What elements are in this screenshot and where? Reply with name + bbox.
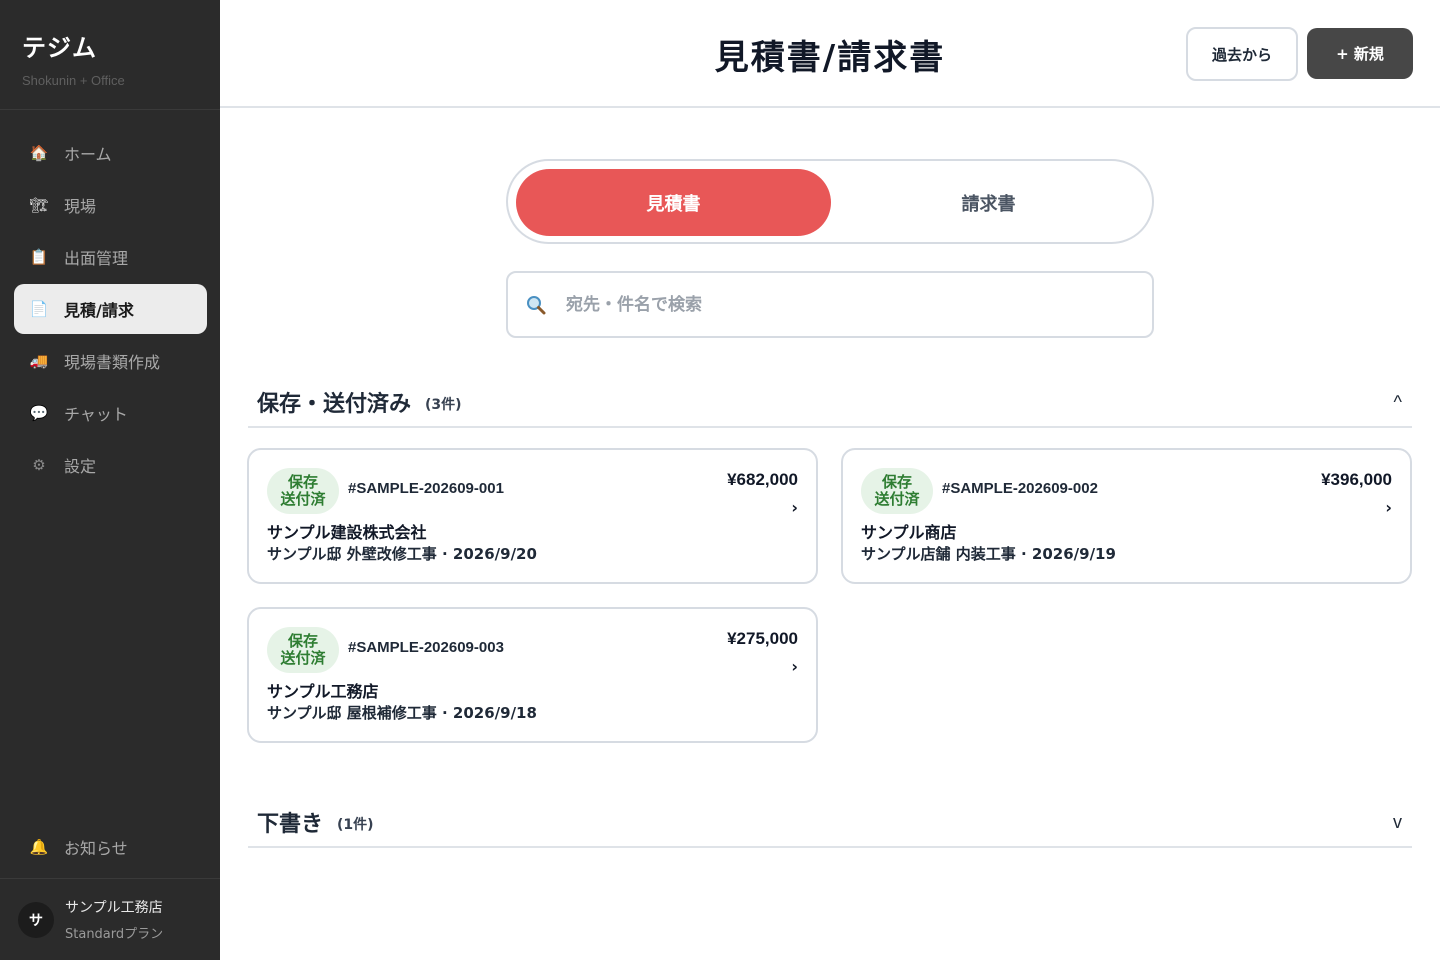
- document-amount: ¥682,000: [727, 470, 798, 489]
- client-name: サンプル商店: [861, 523, 957, 542]
- saved-section-header[interactable]: 保存・送付済み (3件) ^: [248, 378, 1412, 428]
- section-title: 下書き: [257, 812, 324, 837]
- building-icon: 🏗: [29, 196, 49, 214]
- sidebar-item-label: お知らせ: [64, 839, 128, 858]
- section-title: 保存・送付済み: [257, 392, 412, 417]
- document-number: #SAMPLE-202609-002: [942, 480, 1098, 497]
- house-icon: 🏠: [29, 144, 49, 162]
- user-info: サンプル工務店 Standardプラン: [65, 897, 163, 942]
- document-subject: サンプル邸 外壁改修工事 · 2026/9/20: [267, 545, 537, 563]
- section-count: (1件): [337, 817, 374, 833]
- user-plan: Standardプラン: [65, 927, 164, 942]
- chevron-right-icon: ›: [791, 498, 798, 517]
- sidebar-item-sites[interactable]: 🏗 現場: [14, 180, 207, 230]
- client-name: サンプル工務店: [267, 682, 379, 701]
- sidebar-item-label: ホーム: [64, 145, 112, 164]
- status-badge: 保存 送付済: [861, 468, 933, 514]
- gear-icon: ⚙: [32, 456, 46, 474]
- sidebar-item-label: 現場書類作成: [64, 353, 161, 372]
- document-subject: サンプル邸 屋根補修工事 · 2026/9/18: [267, 704, 537, 722]
- client-name: サンプル建設株式会社: [267, 523, 427, 542]
- user-profile[interactable]: サ サンプル工務店 Standardプラン: [0, 878, 220, 960]
- sidebar-item-settings[interactable]: ⚙ 設定: [14, 440, 207, 490]
- sidebar-nav: 🏠 ホーム 🏗 現場 📋 出面管理 📄 見積/請求 🚚 現場書類作成 💬 チャッ…: [0, 110, 220, 490]
- status-saved: 保存: [287, 632, 318, 650]
- tab-invoice[interactable]: 請求書: [831, 169, 1146, 236]
- sidebar-item-label: チャット: [64, 405, 128, 424]
- chevron-right-icon: ›: [1385, 498, 1392, 517]
- document-card[interactable]: 保存 送付済 #SAMPLE-202609-001 ¥682,000 › サンプ…: [247, 448, 818, 584]
- sidebar-item-label: 見積/請求: [64, 301, 134, 320]
- clipboard-icon: 📋: [29, 248, 49, 266]
- document-card[interactable]: 保存 送付済 #SAMPLE-202609-002 ¥396,000 › サンプ…: [841, 448, 1412, 584]
- sidebar-item-home[interactable]: 🏠 ホーム: [14, 128, 207, 178]
- document-amount: ¥275,000: [727, 629, 798, 648]
- copy-from-past-button[interactable]: 過去から: [1186, 27, 1298, 81]
- status-sent: 送付済: [874, 490, 920, 508]
- truck-icon: 🚚: [29, 352, 49, 370]
- status-badge: 保存 送付済: [267, 627, 339, 673]
- chevron-down-icon: v: [1393, 811, 1402, 832]
- new-document-button[interactable]: + 新規: [1307, 28, 1413, 79]
- document-subject: サンプル店舗 内装工事 · 2026/9/19: [861, 545, 1116, 563]
- sidebar-item-label: 現場: [64, 197, 97, 216]
- document-card[interactable]: 保存 送付済 #SAMPLE-202609-003 ¥275,000 › サンプ…: [247, 607, 818, 743]
- avatar: サ: [18, 901, 54, 938]
- sidebar-item-estimates[interactable]: 📄 見積/請求: [14, 284, 207, 334]
- search-input[interactable]: [566, 294, 1126, 315]
- search-box: [506, 271, 1154, 338]
- page-header: 見積書/請求書 過去から + 新規: [220, 0, 1440, 108]
- brand-subtitle: Shokunin + Office: [22, 73, 125, 88]
- document-type-toggle: 見積書 請求書: [506, 159, 1154, 244]
- sidebar-item-notifications[interactable]: 🔔 お知らせ: [14, 822, 207, 872]
- status-badge: 保存 送付済: [267, 468, 339, 514]
- sidebar-item-chat[interactable]: 💬 チャット: [14, 388, 207, 438]
- status-sent: 送付済: [280, 649, 326, 667]
- tab-estimate[interactable]: 見積書: [516, 169, 831, 236]
- brand: テジム Shokunin + Office: [0, 0, 220, 110]
- sidebar-item-attendance[interactable]: 📋 出面管理: [14, 232, 207, 282]
- section-count: (3件): [425, 397, 462, 413]
- brand-title: テジム: [22, 34, 97, 62]
- chevron-up-icon: ^: [1393, 391, 1402, 412]
- bell-icon: 🔔: [29, 838, 49, 856]
- document-amount: ¥396,000: [1321, 470, 1392, 489]
- sidebar: テジム Shokunin + Office 🏠 ホーム 🏗 現場 📋 出面管理 …: [0, 0, 220, 960]
- search-icon: [527, 295, 546, 314]
- document-icon: 📄: [29, 300, 49, 318]
- draft-section-header[interactable]: 下書き (1件) v: [248, 798, 1412, 848]
- sidebar-item-label: 出面管理: [64, 249, 129, 268]
- sidebar-item-label: 設定: [64, 457, 97, 476]
- chat-bubble-icon: 💬: [29, 404, 49, 422]
- chevron-right-icon: ›: [791, 657, 798, 676]
- document-number: #SAMPLE-202609-001: [348, 480, 504, 497]
- status-saved: 保存: [287, 473, 318, 491]
- status-sent: 送付済: [280, 490, 326, 508]
- status-saved: 保存: [881, 473, 912, 491]
- document-number: #SAMPLE-202609-003: [348, 639, 504, 656]
- sidebar-item-site-documents[interactable]: 🚚 現場書類作成: [14, 336, 207, 386]
- user-name: サンプル工務店: [65, 900, 163, 916]
